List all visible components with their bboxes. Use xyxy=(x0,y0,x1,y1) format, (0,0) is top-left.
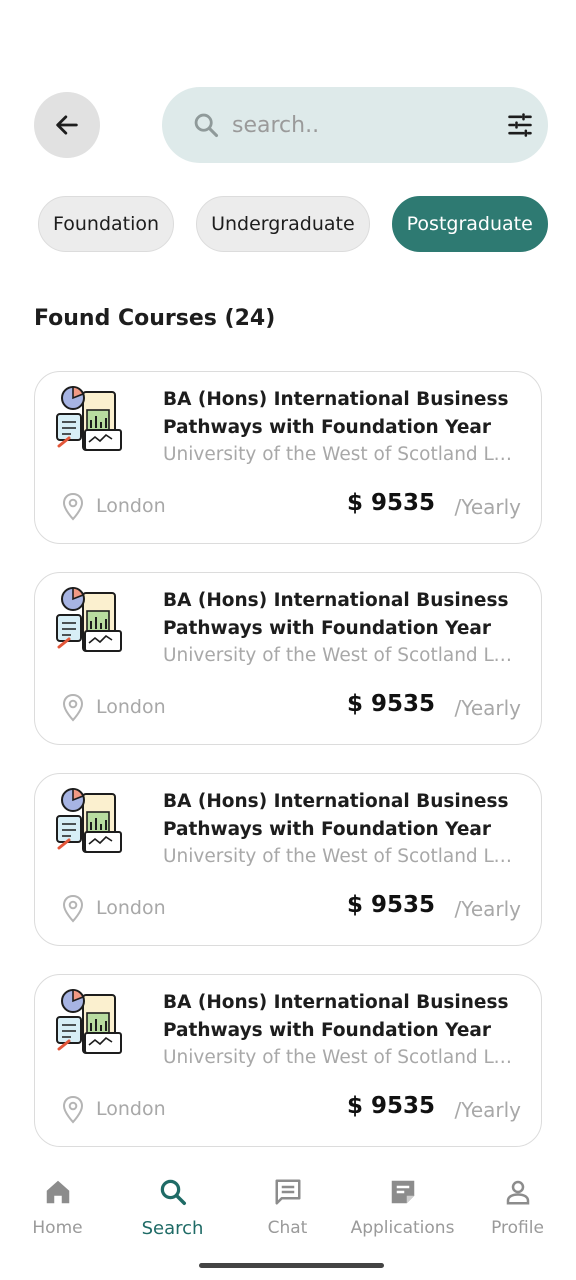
search-input[interactable] xyxy=(232,112,506,138)
course-location: London xyxy=(96,897,166,919)
price-period: /Yearly xyxy=(454,897,521,921)
chat-icon xyxy=(230,1174,345,1210)
location-pin-icon xyxy=(62,1095,84,1124)
university-name: University of the West of Scotland Londo… xyxy=(163,1047,521,1068)
location-pin-icon xyxy=(62,492,84,521)
course-title: BA (Hons) International Business Pathway… xyxy=(163,590,509,639)
chip-undergraduate[interactable]: Undergraduate xyxy=(196,196,370,252)
business-analytics-icon xyxy=(56,587,122,652)
profile-icon xyxy=(460,1174,575,1210)
nav-label: Home xyxy=(32,1218,83,1238)
level-filter-chips: Foundation Undergraduate Postgraduate xyxy=(38,196,549,254)
nav-label: Profile xyxy=(491,1218,544,1238)
results-title: Found Courses (24) xyxy=(34,306,276,331)
university-name: University of the West of Scotland Londo… xyxy=(163,645,521,666)
course-title: BA (Hons) International Business Pathway… xyxy=(163,791,509,840)
course-title: BA (Hons) International Business Pathway… xyxy=(163,992,509,1041)
course-location: London xyxy=(96,696,166,718)
business-analytics-icon xyxy=(56,989,122,1054)
nav-chat[interactable]: Chat xyxy=(230,1174,345,1238)
course-location: London xyxy=(96,1098,166,1120)
course-price: $ 9535 xyxy=(346,691,435,717)
search-bar[interactable] xyxy=(162,87,548,163)
home-icon xyxy=(0,1174,115,1210)
course-title: BA (Hons) International Business Pathway… xyxy=(163,389,509,438)
course-card[interactable]: BA (Hons) International Business Pathway… xyxy=(34,773,542,946)
university-name: University of the West of Scotland Londo… xyxy=(163,444,521,465)
price-period: /Yearly xyxy=(454,696,521,720)
nav-profile[interactable]: Profile xyxy=(460,1174,575,1238)
chip-postgraduate[interactable]: Postgraduate xyxy=(391,196,548,252)
location-pin-icon xyxy=(62,894,84,923)
status-bar xyxy=(0,0,576,60)
course-card[interactable]: BA (Hons) International Business Pathway… xyxy=(34,572,542,745)
application-icon xyxy=(345,1174,460,1210)
filter-sliders-icon[interactable] xyxy=(506,110,534,140)
location-pin-icon xyxy=(62,693,84,722)
course-price: $ 9535 xyxy=(346,892,435,918)
bottom-nav: Home Search Chat Applications Profile xyxy=(0,1160,576,1280)
chip-foundation[interactable]: Foundation xyxy=(38,196,175,252)
course-card[interactable]: BA (Hons) International Business Pathway… xyxy=(34,371,542,544)
nav-label: Search xyxy=(141,1218,204,1239)
home-indicator xyxy=(199,1263,384,1268)
nav-label: Chat xyxy=(267,1218,308,1238)
nav-home[interactable]: Home xyxy=(0,1174,115,1238)
business-analytics-icon xyxy=(56,788,122,853)
back-button[interactable] xyxy=(34,92,100,158)
course-price: $ 9535 xyxy=(346,1093,435,1119)
nav-applications[interactable]: Applications xyxy=(345,1174,460,1238)
course-price: $ 9535 xyxy=(346,490,435,516)
nav-search[interactable]: Search xyxy=(115,1174,230,1239)
arrow-left-icon xyxy=(56,115,78,135)
business-analytics-icon xyxy=(56,386,122,451)
course-card[interactable]: BA (Hons) International Business Pathway… xyxy=(34,974,542,1147)
nav-label: Applications xyxy=(350,1218,455,1238)
price-period: /Yearly xyxy=(454,1098,521,1122)
search-icon xyxy=(192,110,220,140)
search-icon xyxy=(115,1174,230,1210)
course-location: London xyxy=(96,495,166,517)
university-name: University of the West of Scotland Londo… xyxy=(163,846,521,867)
price-period: /Yearly xyxy=(454,495,521,519)
